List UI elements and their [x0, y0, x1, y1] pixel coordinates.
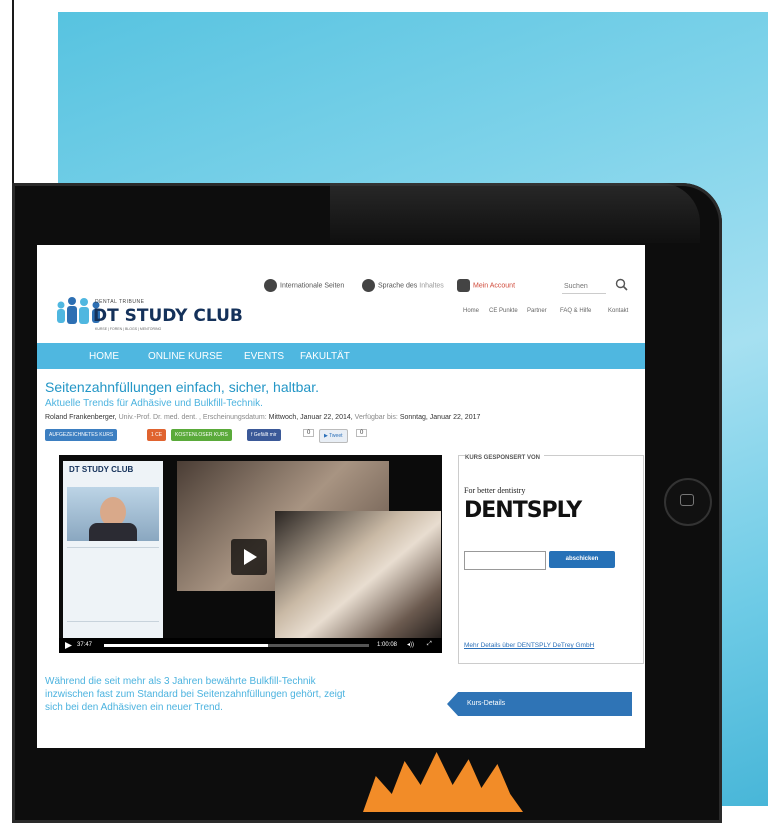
sponsor-panel: KURS GESPONSERT VON For better dentistry…	[458, 455, 644, 664]
tablet-screen: DENTAL TRIBUNE DT STUDY CLUB KURSE | FOR…	[37, 245, 645, 748]
subnav-partner[interactable]: Partner	[527, 308, 547, 314]
speech-bubble-icon	[362, 279, 375, 292]
nav-events[interactable]: EVENTS	[244, 351, 284, 362]
logo-brand-small: DENTAL TRIBUNE	[95, 299, 145, 305]
tweet-count: 0	[356, 429, 368, 437]
slide-image-bottom	[275, 511, 441, 643]
author-name[interactable]: Roland Frankenberger,	[45, 414, 117, 421]
available-date: Sonntag, Januar 22, 2017	[399, 414, 481, 421]
submit-button[interactable]: abschicken	[549, 551, 615, 568]
course-description: Während die seit mehr als 3 Jahren bewäh…	[45, 676, 346, 713]
badge-free: KOSTENLOSER KURS	[171, 429, 232, 441]
user-icon	[457, 279, 470, 292]
sponsor-email-input[interactable]	[464, 551, 546, 570]
badge-recorded: AUFGEZEICHNETES KURS	[45, 429, 118, 441]
play-small-icon[interactable]	[65, 642, 72, 649]
course-subtitle: Aktuelle Trends für Adhäsive und Bulkfil…	[45, 398, 263, 409]
author-title: Univ.-Prof. Dr. med. dent. ,	[118, 414, 201, 421]
like-count: 0	[303, 429, 315, 437]
player-controls: 37:47 1:00:08 ◂)) ⤢	[59, 638, 442, 653]
badge-ce: 1 CE	[147, 429, 167, 441]
language-label-suffix: Inhaltes	[419, 282, 444, 290]
language-link[interactable]: Sprache des Inhaltes	[362, 279, 444, 292]
tweet-button[interactable]: ▶ Tweet	[319, 429, 348, 443]
facebook-like-button[interactable]: f Gefällt mir	[247, 429, 281, 441]
international-label: Internationale Seiten	[280, 282, 345, 290]
play-icon	[244, 549, 257, 565]
published-date: Mittwoch, Januar 22, 2014,	[268, 414, 353, 421]
tweet-label: Tweet	[329, 433, 343, 439]
tablet-glare	[330, 183, 700, 243]
play-button[interactable]	[231, 539, 267, 575]
remaining-time: 1:00:08	[377, 642, 398, 648]
globe-icon	[264, 279, 277, 292]
home-square-icon	[680, 494, 694, 506]
sponsor-details-link[interactable]: Mehr Details über DENTSPLY DeTrey GmbH	[464, 642, 594, 649]
thumb-logo: DT STUDY CLUB	[69, 465, 134, 474]
account-label: Mein Account	[473, 282, 516, 290]
nav-online-kurse[interactable]: ONLINE KURSE	[148, 351, 222, 362]
elapsed-time: 37:47	[77, 642, 93, 648]
progress-fill	[104, 644, 269, 647]
subnav-kontakt[interactable]: Kontakt	[608, 308, 628, 314]
sponsor-heading: KURS GESPONSERT VON	[465, 455, 545, 461]
account-link[interactable]: Mein Account	[457, 279, 515, 292]
course-title: Seitenzahnfüllungen einfach, sicher, hal…	[45, 379, 319, 395]
logo-tagline: KURSE | FOREN | BLOGS | MENTORING	[95, 327, 162, 331]
presenter-video	[67, 487, 159, 541]
nav-fakultaet[interactable]: FAKULTÄT	[300, 351, 350, 362]
main-nav: HOME ONLINE KURSE EVENTS FAKULTÄT	[37, 343, 645, 369]
international-link[interactable]: Internationale Seiten	[264, 279, 344, 292]
sponsor-tagline: For better dentistry	[464, 486, 526, 495]
dentsply-logo[interactable]: DENTSPLY	[464, 498, 582, 523]
search-icon[interactable]	[615, 278, 628, 291]
nav-home[interactable]: HOME	[89, 351, 119, 362]
course-meta: Roland Frankenberger, Univ.-Prof. Dr. me…	[45, 414, 480, 421]
presenter-panel: DT STUDY CLUB	[63, 461, 163, 651]
like-label: Gefällt mir	[253, 432, 277, 438]
volume-icon[interactable]: ◂))	[407, 641, 414, 648]
available-label: Verfügbar bis:	[354, 414, 398, 421]
search-input[interactable]	[562, 279, 606, 294]
subnav-faq[interactable]: FAQ & Hilfe	[560, 308, 591, 314]
subnav-home[interactable]: Home	[463, 308, 479, 314]
subnav-ce-punkte[interactable]: CE Punkte	[489, 308, 518, 314]
video-player[interactable]: DT STUDY CLUB	[59, 455, 442, 653]
language-label: Sprache des	[378, 282, 418, 290]
progress-track[interactable]	[104, 644, 369, 647]
fullscreen-icon[interactable]: ⤢	[427, 641, 432, 648]
kurs-details-button[interactable]: Kurs-Details	[447, 692, 632, 716]
logo-title[interactable]: DT STUDY CLUB	[93, 306, 243, 326]
published-label: Erscheinungsdatum:	[202, 414, 267, 421]
